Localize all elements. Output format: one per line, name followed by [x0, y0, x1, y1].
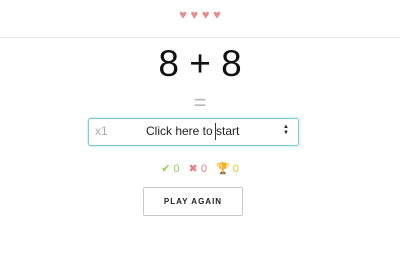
- heart-icon: ♥: [213, 7, 221, 22]
- text-caret: [215, 123, 216, 140]
- right-operand: 8: [221, 43, 242, 84]
- operator: +: [189, 43, 211, 84]
- math-problem: 8 + 8: [0, 42, 400, 86]
- wrong-count: 0: [200, 163, 207, 175]
- stepper-arrows-icon[interactable]: ▲ ▼: [282, 124, 290, 138]
- x-icon: ✖: [188, 163, 198, 175]
- streak-stat: 🏆 0: [216, 163, 239, 175]
- multiplier-label: x1: [95, 124, 108, 138]
- math-game-page: ♥ ♥ ♥ ♥ 8 + 8 = x1 Click here to start ▲…: [0, 0, 400, 255]
- check-icon: ✔: [161, 163, 171, 175]
- wrong-stat: ✖ 0: [189, 163, 207, 175]
- answer-input[interactable]: x1 Click here to start ▲ ▼: [88, 118, 299, 146]
- streak-count: 0: [232, 163, 239, 175]
- equals-sign: =: [193, 90, 207, 115]
- correct-stat: ✔ 0: [161, 163, 179, 175]
- start-prompt: Click here to start: [146, 124, 240, 138]
- lives-indicator: ♥ ♥ ♥ ♥: [0, 8, 400, 22]
- left-operand: 8: [158, 43, 179, 84]
- trophy-icon: 🏆: [216, 163, 230, 175]
- header-divider: [0, 37, 400, 38]
- heart-icon: ♥: [201, 7, 210, 22]
- play-again-button[interactable]: PLAY AGAIN: [143, 187, 243, 216]
- heart-icon: ♥: [179, 7, 187, 22]
- heart-icon: ♥: [190, 7, 199, 22]
- correct-count: 0: [173, 163, 180, 175]
- score-stats: ✔ 0 ✖ 0 🏆 0: [0, 163, 400, 175]
